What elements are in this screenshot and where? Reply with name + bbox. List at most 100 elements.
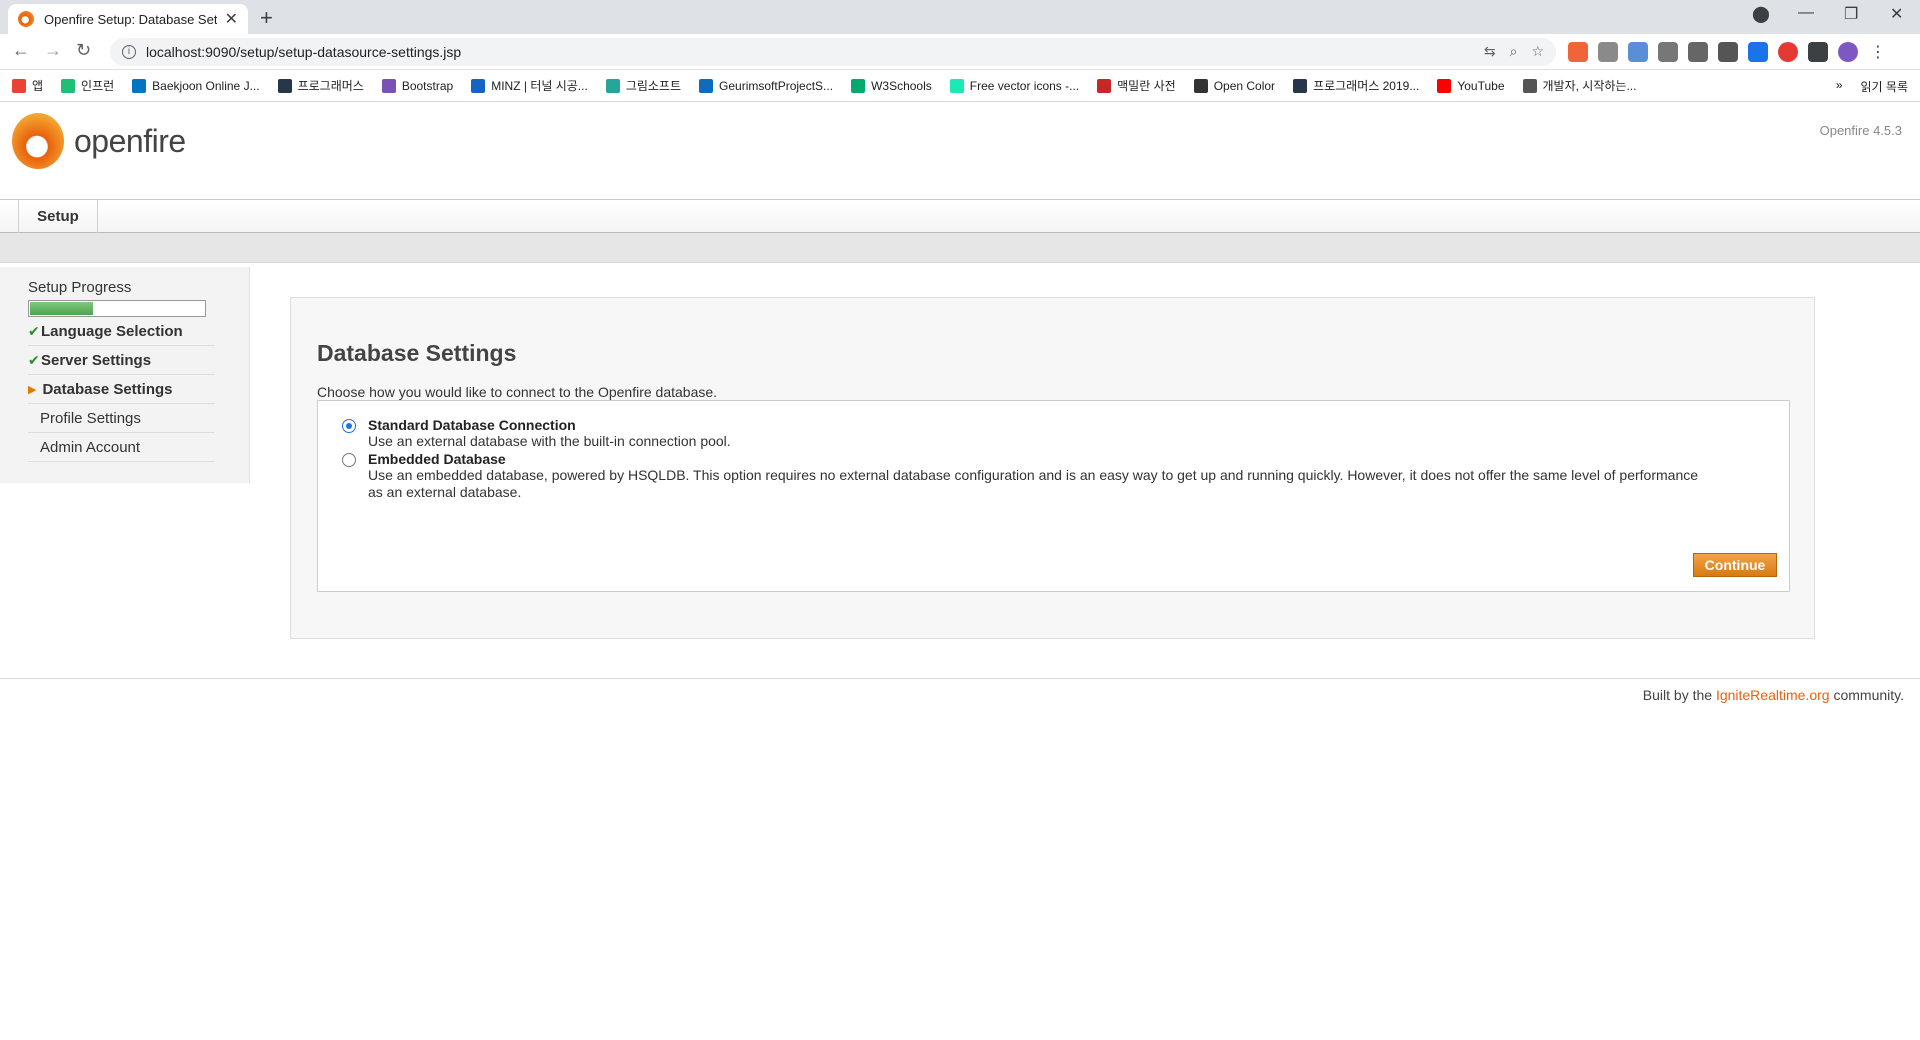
translate-icon[interactable]: ⇆ [1484,43,1496,60]
progress-bar [28,300,206,317]
bookmark-item[interactable]: Open Color [1193,78,1275,93]
browser-toolbar: ← → ↻ i localhost:9090/setup/setup-datas… [0,34,1920,70]
bookmark-label: 앱 [32,79,44,93]
bookmark-item[interactable]: Bootstrap [381,78,453,93]
setup-step-item: ▶ Database Settings [28,375,215,404]
bookmark-item[interactable]: 그림소프트 [605,77,682,94]
zoom-icon[interactable]: ⌕ [1510,43,1518,60]
bookmark-favicon-icon [471,78,486,93]
bookmark-favicon-icon [1293,78,1308,93]
bookmark-label: 그림소프트 [625,79,682,93]
bookmark-label: 맥밀란 사전 [1117,79,1176,93]
bookmark-item[interactable]: 프로그래머스 [277,77,364,94]
restore-icon[interactable]: ❐ [1844,4,1858,24]
bookmark-star-icon[interactable]: ☆ [1531,43,1544,60]
profile-avatar[interactable] [1838,42,1858,62]
option-standard-database[interactable]: Standard Database Connection Use an exte… [342,417,731,450]
continue-button[interactable]: Continue [1693,553,1777,577]
setup-progress-sidebar: Setup Progress ✔ Language Selection ✔ Serve… [0,267,250,483]
address-bar[interactable]: i localhost:9090/setup/setup-datasource-… [110,38,1556,66]
bookmark-item[interactable]: Baekjoon Online J... [132,78,260,93]
bookmark-item[interactable]: MINZ | 터널 시공... [471,77,588,94]
reload-icon[interactable]: ↻ [76,40,91,61]
menu-icon[interactable]: ⋮ [1868,42,1888,62]
setup-step-item: ✔ Language Selection [28,317,215,346]
adblock-icon[interactable] [1778,42,1798,62]
bookmark-item[interactable]: 개발자, 시작하는... [1522,77,1637,94]
bookmark-item[interactable]: 맥밀란 사전 [1097,77,1176,94]
progress-title: Setup Progress [28,279,132,296]
bookmark-favicon-icon [1522,78,1537,93]
page-footer: Built by the IgniteRealtime.org communit… [0,678,1920,703]
more-bookmarks-icon[interactable]: » [1836,78,1843,95]
bookmark-label: Free vector icons -... [969,78,1080,93]
bookmark-item[interactable]: 프로그래머스 2019... [1293,77,1419,94]
tab-setup[interactable]: Setup [18,200,98,233]
bookmark-favicon-icon [1437,78,1452,93]
options-box: Standard Database Connection Use an exte… [317,400,1790,592]
bookmark-favicon-icon [277,78,292,93]
extensions-area: ⋮ [1568,42,1888,62]
url-text: localhost:9090/setup/setup-datasource-se… [146,44,462,60]
bookmark-favicon-icon [699,78,714,93]
bookmark-favicon-icon [1193,78,1208,93]
radio-embedded-database[interactable] [342,453,356,467]
reading-list-button[interactable]: 읽기 목록 [1861,78,1909,95]
bookmark-label: 개발자, 시작하는... [1542,79,1637,93]
checkmark-icon: ✔ [28,351,40,368]
close-window-icon[interactable]: ✕ [1890,4,1903,24]
bookmark-item[interactable]: 인프런 [61,77,114,94]
close-tab-icon[interactable]: ✕ [225,9,238,29]
setup-step-item: ✔ Server Settings [28,346,215,375]
bookmark-item[interactable]: GeurimsoftProjectS... [699,78,834,93]
bookmark-item[interactable]: Free vector icons -... [949,78,1080,93]
back-icon[interactable]: ← [12,40,30,61]
footer-prefix: Built by the [1642,687,1713,703]
main-tabs: Setup [0,199,1920,233]
bookmark-label: 프로그래머스 2019... [1313,79,1420,93]
bookmark-label: 인프런 [81,79,115,93]
profile-dropdown-icon[interactable]: ⬤ [1752,4,1770,24]
setup-step-item: Admin Account [28,433,215,462]
forward-icon[interactable]: → [44,40,62,61]
radio-standard-database[interactable] [342,419,356,433]
option-title: Standard Database Connection [368,417,576,433]
bookmark-label: Baekjoon Online J... [152,78,260,93]
extension-icon[interactable] [1628,42,1648,62]
setup-step-label: Language Selection [41,322,183,340]
bookmark-favicon-icon [132,78,147,93]
bookmark-label: 프로그래머스 [297,79,364,93]
browser-tab[interactable]: Openfire Setup: Database Settin ✕ [8,4,248,34]
option-description: Use an embedded database, powered by HSQ… [368,467,1699,500]
openfire-favicon-icon [18,11,34,27]
extension-icon[interactable] [1748,42,1768,62]
bookmark-item[interactable]: W3Schools [851,78,932,93]
extension-icon[interactable] [1598,42,1618,62]
openfire-page: openfire Openfire 4.5.3 Setup Setup Prog… [0,103,1920,1040]
bookmark-label: YouTube [1457,78,1505,93]
bookmark-item[interactable]: 앱 [12,77,43,94]
site-info-icon[interactable]: i [122,45,136,59]
bookmark-favicon-icon [605,78,620,93]
puzzle-extensions-icon[interactable] [1808,42,1828,62]
option-description: Use an external database with the built-… [368,433,731,449]
setup-step-label: Server Settings [41,351,152,369]
bookmark-label: GeurimsoftProjectS... [719,78,834,93]
extension-icon[interactable] [1568,42,1588,62]
version-label: Openfire 4.5.3 [1819,123,1902,138]
page-description: Choose how you would like to connect to … [317,384,718,400]
page-title: Database Settings [317,340,517,366]
bookmark-item[interactable]: YouTube [1437,78,1505,93]
extension-icon[interactable] [1718,42,1738,62]
database-settings-panel: Database Settings Choose how you would l… [290,297,1815,639]
footer-suffix: community. [1833,687,1904,703]
extension-icon[interactable] [1658,42,1678,62]
new-tab-button[interactable]: + [260,5,273,31]
checkmark-icon: ✔ [28,322,40,339]
option-title: Embedded Database [368,451,506,467]
extension-icon[interactable] [1688,42,1708,62]
setup-step-label: Database Settings [42,380,173,398]
igniterealtime-link[interactable]: IgniteRealtime.org [1716,687,1830,703]
option-embedded-database[interactable]: Embedded Database Use an embedded databa… [342,451,1708,501]
minimize-icon[interactable]: — [1798,4,1814,22]
